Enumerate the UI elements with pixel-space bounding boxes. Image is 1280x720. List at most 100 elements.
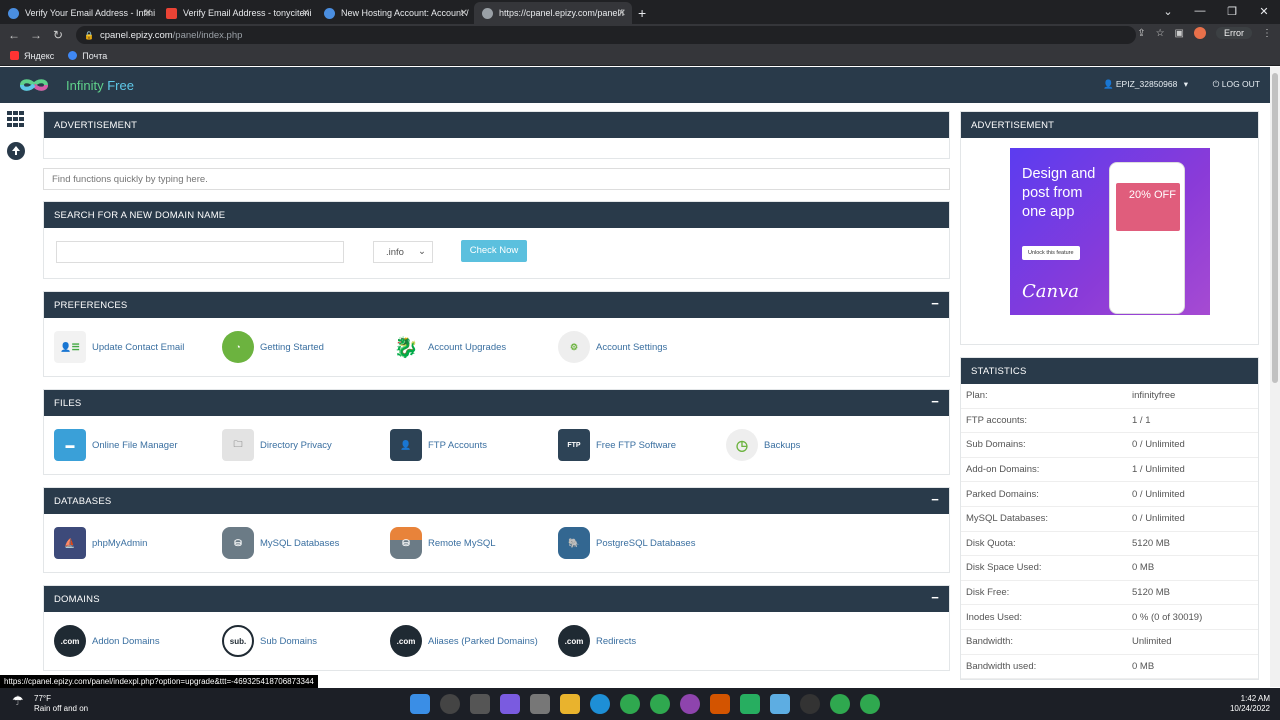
statistics-list: Plan: infinityfree FTP accounts: 1 / 1 Sub…	[961, 384, 1258, 680]
phpmyadmin-link[interactable]: ⛵ phpMyAdmin	[54, 527, 222, 559]
stat-row: Plan: infinityfree	[961, 384, 1258, 409]
item-label: Update Contact Email	[92, 341, 185, 353]
browser-tab[interactable]: New Hosting Account: Account / ✕	[316, 2, 474, 24]
stat-value: 5120 MB	[1132, 537, 1171, 549]
files-header[interactable]: FILES −	[44, 390, 949, 416]
bookmark-yandex[interactable]: Яндекс	[10, 51, 54, 61]
mysql-databases-link[interactable]: ⛁ MySQL Databases	[222, 527, 390, 559]
postgresql-databases-link[interactable]: 🐘 PostgreSQL Databases	[558, 527, 726, 559]
profile-avatar[interactable]	[1194, 27, 1206, 39]
edge-icon[interactable]	[590, 694, 610, 714]
collapse-icon[interactable]: −	[931, 297, 939, 310]
databases-items: ⛵ phpMyAdmin ⛁ MySQL Databases ⛁ Remote MyS…	[44, 514, 949, 572]
chrome-profile-icon[interactable]	[650, 694, 670, 714]
dragon-icon: 🐉	[390, 331, 422, 363]
browser-tab[interactable]: Verify Email Address - tonyciteni ✕	[158, 2, 316, 24]
url-field[interactable]: 🔒 cpanel.epizy.com/panel/index.php	[76, 26, 1136, 44]
back-icon[interactable]: ←	[3, 28, 25, 42]
canva-ad-banner[interactable]: Design and post from one app Unlock this…	[1010, 148, 1210, 315]
addon-domain-icon: .com	[54, 625, 86, 657]
close-tab-icon[interactable]: ✕	[460, 8, 468, 19]
free-ftp-software-link[interactable]: FTP Free FTP Software	[558, 429, 726, 461]
domains-header[interactable]: DOMAINS −	[44, 586, 949, 612]
collapse-icon[interactable]: −	[931, 591, 939, 604]
panel-title: PREFERENCES	[54, 299, 128, 311]
account-upgrades-link[interactable]: 🐉 Account Upgrades	[390, 331, 558, 363]
bookmark-star-icon[interactable]: ☆	[1156, 28, 1165, 39]
maximize-icon[interactable]: ❐	[1216, 5, 1248, 18]
upload-icon[interactable]	[7, 142, 25, 160]
logout-button[interactable]: ⏻ LOG OUT	[1213, 79, 1260, 90]
chrome-icon[interactable]	[620, 694, 640, 714]
browser-tab[interactable]: Verify Your Email Address - Infini ✕	[0, 2, 158, 24]
notepad-icon[interactable]	[770, 694, 790, 714]
minimize-icon[interactable]: —	[1184, 5, 1216, 17]
system-clock[interactable]: 1:42 AM 10/24/2022	[1230, 694, 1270, 714]
side-panel-icon[interactable]: ▣	[1175, 28, 1184, 39]
user-menu[interactable]: 👤 EPIZ_32850968 ▾	[1103, 79, 1188, 90]
widgets-icon[interactable]	[530, 694, 550, 714]
panel-title: SEARCH FOR A NEW DOMAIN NAME	[54, 209, 226, 221]
close-window-icon[interactable]: ✕	[1248, 5, 1280, 18]
windows-start-icon[interactable]	[410, 694, 430, 714]
addon-domains-link[interactable]: .com Addon Domains	[54, 625, 222, 657]
page-scrollbar[interactable]	[1270, 67, 1280, 687]
databases-header[interactable]: DATABASES −	[44, 488, 949, 514]
forward-icon[interactable]: →	[25, 28, 47, 42]
viber-icon[interactable]	[680, 694, 700, 714]
stat-key: Add-on Domains:	[966, 464, 1040, 476]
chrome-secondary-icon[interactable]	[860, 694, 880, 714]
ftp-accounts-link[interactable]: 👤 FTP Accounts	[390, 429, 558, 461]
new-tab-button[interactable]: +	[638, 2, 646, 24]
domains-panel: DOMAINS − .com Addon Domains sub. Sub Domai…	[43, 585, 950, 671]
infinityfree-logo[interactable]: Infinity Free	[0, 74, 134, 96]
item-label: phpMyAdmin	[92, 537, 148, 549]
sub-domains-link[interactable]: sub. Sub Domains	[222, 625, 390, 657]
function-search-input[interactable]	[43, 168, 950, 190]
chrome-active-icon[interactable]	[830, 694, 850, 714]
browser-tab-active[interactable]: https://cpanel.epizy.com/panel/i ✕	[474, 2, 632, 24]
yandex-icon	[10, 51, 19, 60]
search-icon[interactable]	[440, 694, 460, 714]
domain-name-input[interactable]	[56, 241, 344, 263]
backups-link[interactable]: ◷ Backups	[726, 429, 894, 461]
chat-icon[interactable]	[500, 694, 520, 714]
preferences-header[interactable]: PREFERENCES −	[44, 292, 949, 318]
aliases-parked-domains-link[interactable]: .com Aliases (Parked Domains)	[390, 625, 558, 657]
stat-value: 5120 MB	[1132, 587, 1171, 599]
scrollbar-thumb[interactable]	[1272, 73, 1278, 383]
remote-mysql-link[interactable]: ⛁ Remote MySQL	[390, 527, 558, 559]
online-file-manager-link[interactable]: ▬ Online File Manager	[54, 429, 222, 461]
xampp-icon[interactable]	[710, 694, 730, 714]
close-tab-icon[interactable]: ✕	[302, 8, 310, 19]
getting-started-icon: ◔	[222, 331, 254, 363]
error-badge[interactable]: Error	[1216, 27, 1252, 39]
menu-kebab-icon[interactable]: ⋮	[1262, 28, 1272, 39]
collapse-icon[interactable]: −	[931, 493, 939, 506]
account-settings-link[interactable]: ⚙ Account Settings	[558, 331, 726, 363]
reload-icon[interactable]: ↻	[47, 28, 69, 42]
tab-search-icon[interactable]: ⌄	[1152, 5, 1184, 18]
grid-menu-icon[interactable]	[7, 111, 25, 127]
github-icon[interactable]	[800, 694, 820, 714]
update-contact-email-link[interactable]: 👤☰ Update Contact Email	[54, 331, 222, 363]
clock-date: 10/24/2022	[1229, 704, 1270, 713]
redirects-link[interactable]: .com Redirects	[558, 625, 726, 657]
excel-icon[interactable]	[740, 694, 760, 714]
ad-unlock-button[interactable]: Unlock this feature	[1022, 246, 1080, 260]
stat-row: Bandwidth used: 0 MB	[961, 655, 1258, 680]
file-explorer-icon[interactable]	[560, 694, 580, 714]
stat-value: 0 / Unlimited	[1132, 488, 1185, 500]
bookmark-pochta[interactable]: Почта	[68, 51, 107, 61]
tld-select[interactable]: .info ⌄	[373, 241, 433, 263]
weather-widget[interactable]: 77°F Rain off and on ☂	[12, 694, 88, 714]
share-icon[interactable]: ⇪	[1137, 28, 1145, 39]
check-now-button[interactable]: Check Now	[461, 240, 527, 262]
directory-privacy-link[interactable]: 🗀 Directory Privacy	[222, 429, 390, 461]
collapse-icon[interactable]: −	[931, 395, 939, 408]
close-tab-icon[interactable]: ✕	[618, 8, 626, 19]
getting-started-link[interactable]: ◔ Getting Started	[222, 331, 390, 363]
close-tab-icon[interactable]: ✕	[144, 8, 152, 19]
task-view-icon[interactable]	[470, 694, 490, 714]
item-label: MySQL Databases	[260, 537, 340, 549]
